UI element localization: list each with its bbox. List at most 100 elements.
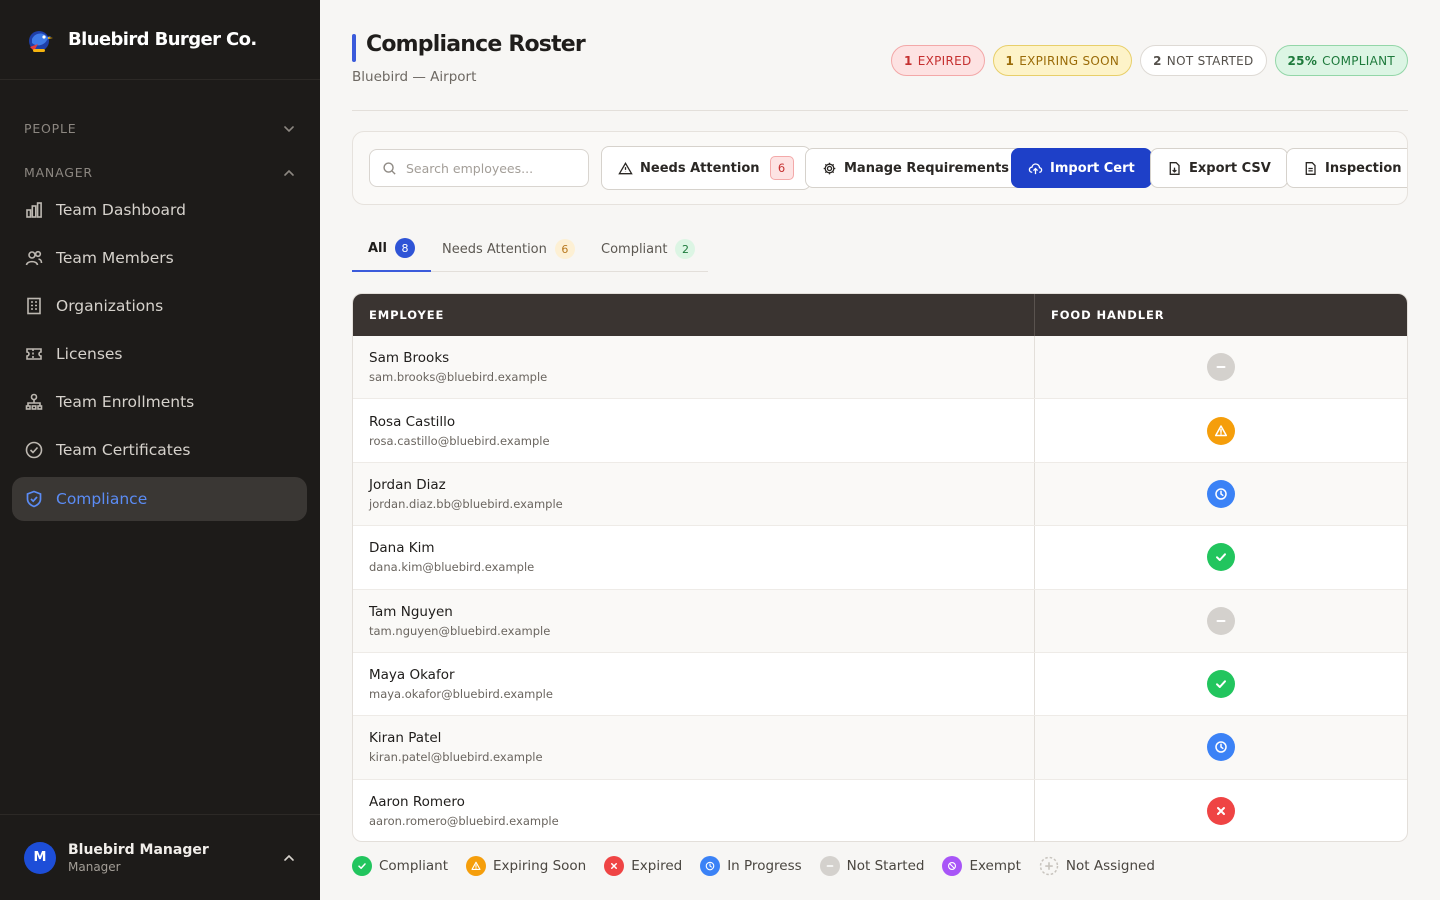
manage-requirements-button[interactable]: Manage Requirements xyxy=(805,148,1027,188)
tab-needs-attention[interactable]: Needs Attention 6 xyxy=(442,226,575,272)
employee-email: jordan.diaz.bb@bluebird.example xyxy=(369,496,563,511)
column-header-employee[interactable]: EMPLOYEE xyxy=(353,294,1035,336)
status-compliant[interactable] xyxy=(1207,670,1235,699)
employee-email: aaron.romero@bluebird.example xyxy=(369,813,559,828)
employee-email: rosa.castillo@bluebird.example xyxy=(369,433,550,448)
employee-cell: Rosa Castillo rosa.castillo@bluebird.exam… xyxy=(353,399,1035,462)
status-compliant[interactable] xyxy=(1207,543,1235,572)
table-row[interactable]: Aaron Romero aaron.romero@bluebird.exampl… xyxy=(353,779,1407,841)
employee-name: Rosa Castillo xyxy=(369,413,456,430)
export-csv-label: Export CSV xyxy=(1189,160,1271,176)
sidebar-item-team-enrollments[interactable]: Team Enrollments xyxy=(12,380,307,424)
brand[interactable]: Bluebird Burger Co. xyxy=(0,0,320,80)
import-cert-button[interactable]: Import Cert xyxy=(1011,148,1152,188)
tab-count: 6 xyxy=(554,239,575,259)
sidebar-item-label: Team Dashboard xyxy=(56,201,186,219)
food-handler-cell xyxy=(1035,399,1407,461)
tab-compliant[interactable]: Compliant 2 xyxy=(601,226,696,272)
inspection-pack-button[interactable]: Inspection Pa xyxy=(1286,148,1407,188)
sidebar-item-team-members[interactable]: Team Members xyxy=(12,236,307,280)
sidebar-item-team-dashboard[interactable]: Team Dashboard xyxy=(12,188,307,232)
expiring-soon-badge[interactable]: 1 EXPIRING SOON xyxy=(992,45,1133,76)
search-input[interactable] xyxy=(406,160,576,176)
badge-label: EXPIRED xyxy=(917,53,972,68)
food-handler-cell xyxy=(1035,780,1407,841)
table-header: EMPLOYEE FOOD HANDLER xyxy=(353,294,1407,336)
legend-label: Not Assigned xyxy=(1065,858,1155,874)
status-not-started[interactable] xyxy=(1207,606,1235,635)
sidebar-item-label: Team Members xyxy=(56,249,174,267)
legend-item-not-assigned: Not Assigned xyxy=(1039,856,1155,876)
avatar: M xyxy=(24,841,56,874)
sidebar-item-organizations[interactable]: Organizations xyxy=(12,284,307,328)
status-expiring-soon[interactable] xyxy=(1207,416,1235,445)
user-role: Manager xyxy=(68,859,121,874)
table-row[interactable]: Rosa Castillo rosa.castillo@bluebird.exam… xyxy=(353,399,1407,463)
section-people-label: PEOPLE xyxy=(24,121,77,136)
table-row[interactable]: Sam Brooks sam.brooks@bluebird.example xyxy=(353,336,1407,400)
table-row[interactable]: Dana Kim dana.kim@bluebird.example xyxy=(353,526,1407,590)
legend-dot xyxy=(352,856,372,876)
employee-name: Kiran Patel xyxy=(369,730,442,747)
section-manager[interactable]: MANAGER xyxy=(24,165,296,180)
chevron-up-icon xyxy=(284,169,294,176)
compliant-badge[interactable]: 25% COMPLIANT xyxy=(1274,45,1408,76)
inspection-pack-label: Inspection Pa xyxy=(1325,160,1407,176)
user-menu[interactable]: M Bluebird Manager Manager xyxy=(0,814,320,900)
minus-icon xyxy=(1216,619,1226,622)
sidebar-item-team-certificates[interactable]: Team Certificates xyxy=(12,428,307,472)
not-started-badge[interactable]: 2 NOT STARTED xyxy=(1140,45,1267,76)
sidebar-item-label: Compliance xyxy=(56,490,148,508)
status-expired[interactable] xyxy=(1207,796,1235,825)
employee-email: kiran.patel@bluebird.example xyxy=(369,750,543,765)
employee-cell: Kiran Patel kiran.patel@bluebird.example xyxy=(353,716,1035,779)
badge-label: NOT STARTED xyxy=(1166,53,1254,68)
minus-icon xyxy=(826,865,834,867)
legend-dot xyxy=(604,856,625,876)
legend-item-expired: Expired xyxy=(604,856,682,876)
export-csv-button[interactable]: Export CSV xyxy=(1150,148,1288,188)
search-box[interactable] xyxy=(369,149,589,187)
tab-count: 8 xyxy=(394,238,415,258)
employee-email: sam.brooks@bluebird.example xyxy=(369,370,548,385)
needs-attention-button[interactable]: Needs Attention 6 xyxy=(601,146,811,190)
employee-cell: Jordan Diaz jordan.diaz.bb@bluebird.examp… xyxy=(353,462,1035,526)
employee-name: Jordan Diaz xyxy=(369,476,446,493)
badge-label: COMPLIANT xyxy=(1322,53,1395,68)
table-row[interactable]: Jordan Diaz jordan.diaz.bb@bluebird.examp… xyxy=(353,462,1407,527)
check-icon xyxy=(1216,553,1226,562)
table-row[interactable]: Tam Nguyen tam.nguyen@bluebird.example xyxy=(353,589,1407,653)
tab-all[interactable]: All 8 xyxy=(352,226,431,272)
check-icon xyxy=(358,863,366,869)
food-handler-cell xyxy=(1035,653,1407,715)
sidebar-item-compliance[interactable]: Compliance xyxy=(12,477,307,521)
legend-dot xyxy=(942,856,963,876)
status-in-progress[interactable] xyxy=(1207,479,1235,508)
warning-triangle-icon xyxy=(618,161,633,174)
status-legend: Compliant Expiring Soon Expired In Progress… xyxy=(352,856,1155,876)
section-people[interactable]: PEOPLE xyxy=(24,121,296,136)
page-title: Compliance Roster xyxy=(366,32,586,57)
table-row[interactable]: Maya Okafor maya.okafor@bluebird.example xyxy=(353,652,1407,717)
header-divider xyxy=(352,110,1408,111)
tab-label: All xyxy=(368,240,387,256)
table-row[interactable]: Kiran Patel kiran.patel@bluebird.example xyxy=(353,716,1407,780)
status-not-started[interactable] xyxy=(1207,353,1235,382)
status-in-progress[interactable] xyxy=(1207,733,1235,762)
column-header-food-handler[interactable]: FOOD HANDLER xyxy=(1035,294,1407,336)
needs-attention-label: Needs Attention xyxy=(640,160,760,176)
sidebar-item-licenses[interactable]: Licenses xyxy=(12,332,307,376)
expired-badge[interactable]: 1 EXPIRED xyxy=(891,45,985,76)
plus-dashed-icon xyxy=(1039,856,1059,876)
tab-label: Needs Attention xyxy=(442,241,547,257)
legend-item-in-progress: In Progress xyxy=(700,856,802,876)
sidebar-item-label: Team Enrollments xyxy=(56,393,195,411)
bluebird-logo-icon xyxy=(29,30,53,52)
legend-dot xyxy=(1039,856,1059,876)
toolbar: Needs Attention 6 Manage Requirements Im… xyxy=(352,131,1408,205)
user-name: Bluebird Manager xyxy=(68,841,209,858)
employee-email: tam.nguyen@bluebird.example xyxy=(369,623,551,638)
manage-requirements-label: Manage Requirements xyxy=(844,160,1010,176)
tab-label: Compliant xyxy=(601,241,668,257)
food-handler-cell xyxy=(1035,336,1407,398)
